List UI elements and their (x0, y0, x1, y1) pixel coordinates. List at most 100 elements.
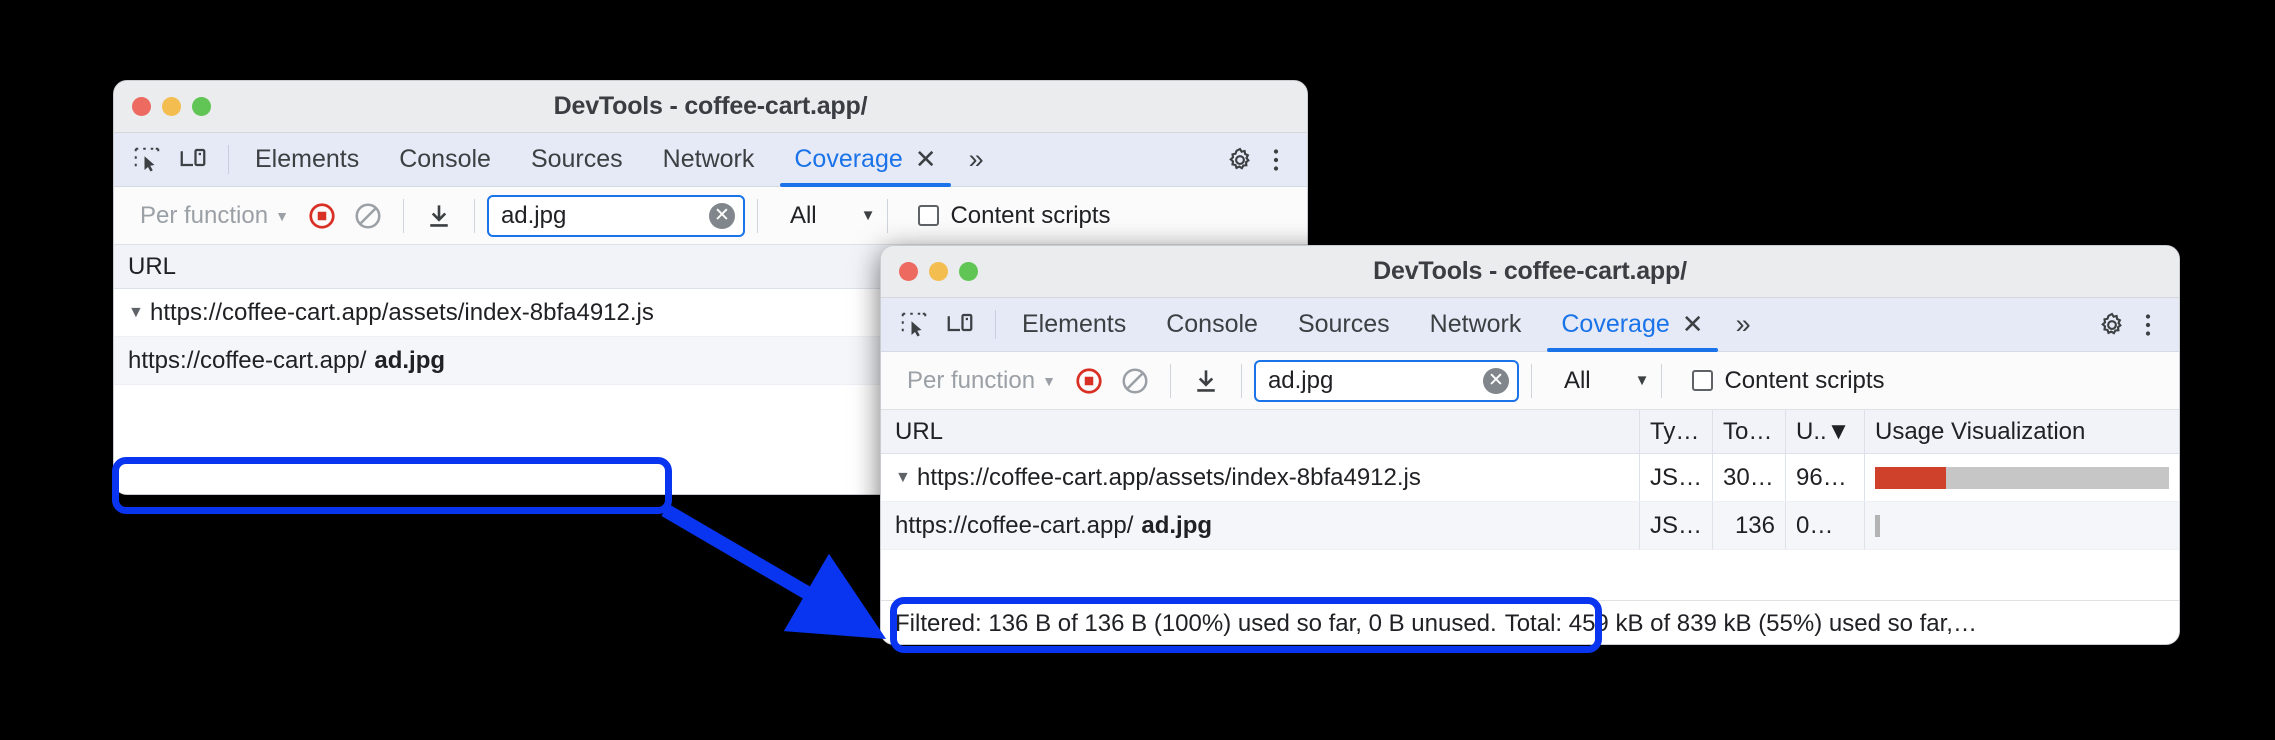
tab-network-label: Network (662, 145, 755, 173)
tab-network[interactable]: Network (643, 133, 775, 186)
type-filter-value: All (1563, 366, 1591, 394)
type-filter-value: All (789, 201, 817, 229)
close-icon[interactable]: ✕ (1682, 309, 1704, 340)
download-icon[interactable] (416, 193, 462, 239)
row-url-prefix: https://coffee-cart.app/ (895, 511, 1134, 539)
expand-triangle-icon[interactable]: ▼ (128, 304, 144, 322)
tab-network[interactable]: Network (1410, 298, 1542, 351)
toolbar-divider-1 (402, 198, 404, 233)
maximize-window-button[interactable] (192, 97, 211, 116)
window1-titlebar: DevTools - coffee-cart.app/ (114, 81, 1307, 133)
window2-tabstrip: Elements Console Sources Network Coverag… (881, 298, 2179, 352)
record-stop-icon[interactable] (299, 193, 345, 239)
row-url: https://coffee-cart.app/assets/index-8bf… (150, 298, 654, 326)
window1-tabs: Elements Console Sources Network Coverag… (235, 133, 957, 187)
row-unused-bytes: 0… (1796, 511, 1834, 539)
tab-console[interactable]: Console (379, 133, 511, 186)
clear-icon[interactable] (345, 193, 391, 239)
tab-console-label: Console (1166, 310, 1258, 338)
window2-statusbar: Filtered: 136 B of 136 B (100%) used so … (881, 600, 2179, 644)
clear-filter-icon[interactable]: ✕ (708, 202, 735, 229)
coverage-mode-label: Per function (140, 201, 269, 229)
column-header-type[interactable]: Ty… (1640, 418, 1712, 446)
record-stop-icon[interactable] (1066, 358, 1112, 404)
tab-sources[interactable]: Sources (1278, 298, 1410, 351)
row-url: https://coffee-cart.app/assets/index-8bf… (917, 463, 1421, 491)
column-header-total-bytes[interactable]: To… (1713, 418, 1785, 446)
minimize-window-button[interactable] (929, 262, 948, 281)
toolbar-divider-2 (1240, 363, 1242, 398)
row-usage-visualization (1865, 514, 2179, 537)
row-url-prefix: https://coffee-cart.app/ (128, 346, 367, 374)
toolbar-divider-4 (1661, 363, 1663, 398)
close-window-button[interactable] (132, 97, 151, 116)
tab-console[interactable]: Console (1146, 298, 1278, 351)
clear-icon[interactable] (1112, 358, 1158, 404)
window2-tabstrip-right (2078, 298, 2179, 351)
tab-elements[interactable]: Elements (235, 133, 379, 186)
usage-bar (1875, 514, 1880, 537)
checkbox-box (918, 205, 940, 226)
gear-icon[interactable] (2097, 310, 2127, 340)
column-header-url[interactable]: URL (881, 418, 1639, 446)
checkbox-box (1692, 370, 1714, 391)
filter-input-value: ad.jpg (1267, 366, 1334, 394)
filter-input[interactable]: ad.jpg ✕ (1253, 359, 1519, 402)
close-window-button[interactable] (899, 262, 918, 281)
maximize-window-button[interactable] (959, 262, 978, 281)
row-type: JS… (1650, 463, 1703, 491)
devtools-window-2[interactable]: DevTools - coffee-cart.app/ Elements Con… (880, 245, 2180, 645)
device-toolbar-icon[interactable] (178, 145, 208, 175)
window2-coverage-table: URL Ty… To… U..▼ Usage Visualization ▼ h… (881, 410, 2179, 600)
tab-elements-label: Elements (1022, 310, 1127, 338)
more-tabs-icon[interactable]: » (957, 133, 996, 186)
usage-bar-used (1875, 466, 1946, 489)
row-total-bytes: 136 (1734, 511, 1775, 539)
window2-traffic-lights (881, 262, 978, 281)
toolbar-divider-3 (756, 198, 758, 233)
close-icon[interactable]: ✕ (915, 144, 937, 175)
column-header-usage-visualization[interactable]: Usage Visualization (1865, 418, 2179, 446)
type-filter-dropdown[interactable]: All ▼ (770, 202, 876, 230)
filter-input[interactable]: ad.jpg ✕ (486, 194, 745, 237)
more-tabs-icon[interactable]: » (1724, 298, 1763, 351)
device-toolbar-icon[interactable] (945, 310, 975, 340)
tab-network-label: Network (1429, 310, 1522, 338)
tab-coverage[interactable]: Coverage ✕ (1541, 298, 1723, 352)
toolbar-divider-4 (887, 198, 889, 233)
tabstrip-divider (228, 145, 229, 174)
window2-tool-icons (881, 298, 989, 351)
inspect-element-icon[interactable] (899, 310, 929, 340)
coverage-mode-dropdown[interactable]: Per function ▼ (130, 202, 299, 230)
download-icon[interactable] (1183, 358, 1229, 404)
filter-input-value: ad.jpg (500, 201, 567, 229)
clear-filter-icon[interactable]: ✕ (1482, 367, 1509, 394)
window1-coverage-toolbar: Per function ▼ ad.jpg ✕ All ▼ Content sc… (114, 187, 1307, 245)
type-filter-dropdown[interactable]: All ▼ (1544, 367, 1650, 395)
tab-coverage[interactable]: Coverage ✕ (774, 133, 956, 187)
content-scripts-checkbox[interactable]: Content scripts (900, 201, 1111, 230)
toolbar-divider-3 (1530, 363, 1532, 398)
expand-triangle-icon[interactable]: ▼ (895, 469, 911, 487)
coverage-mode-dropdown[interactable]: Per function ▼ (897, 367, 1066, 395)
tab-sources[interactable]: Sources (511, 133, 643, 186)
chevron-down-icon: ▼ (275, 207, 289, 224)
content-scripts-label: Content scripts (950, 201, 1111, 229)
gear-icon[interactable] (1225, 145, 1255, 175)
more-options-icon[interactable] (2133, 310, 2163, 340)
inspect-element-icon[interactable] (132, 145, 162, 175)
row-unused-bytes: 96… (1796, 463, 1847, 491)
column-header-unused-bytes[interactable]: U..▼ (1786, 418, 1864, 446)
row-url-filename: ad.jpg (1141, 511, 1213, 539)
usage-bar (1875, 466, 2169, 489)
content-scripts-checkbox[interactable]: Content scripts (1674, 367, 1885, 395)
window1-title: DevTools - coffee-cart.app/ (553, 92, 868, 120)
window2-tabs: Elements Console Sources Network Coverag… (1002, 298, 1724, 352)
table-row[interactable]: https://coffee-cart.app/ad.jpg JS… 136 0… (881, 502, 2179, 550)
row-url-filename: ad.jpg (374, 346, 446, 374)
minimize-window-button[interactable] (162, 97, 181, 116)
tabstrip-divider (995, 310, 996, 339)
table-row[interactable]: ▼ https://coffee-cart.app/assets/index-8… (881, 454, 2179, 502)
more-options-icon[interactable] (1261, 145, 1291, 175)
tab-elements[interactable]: Elements (1002, 298, 1146, 351)
